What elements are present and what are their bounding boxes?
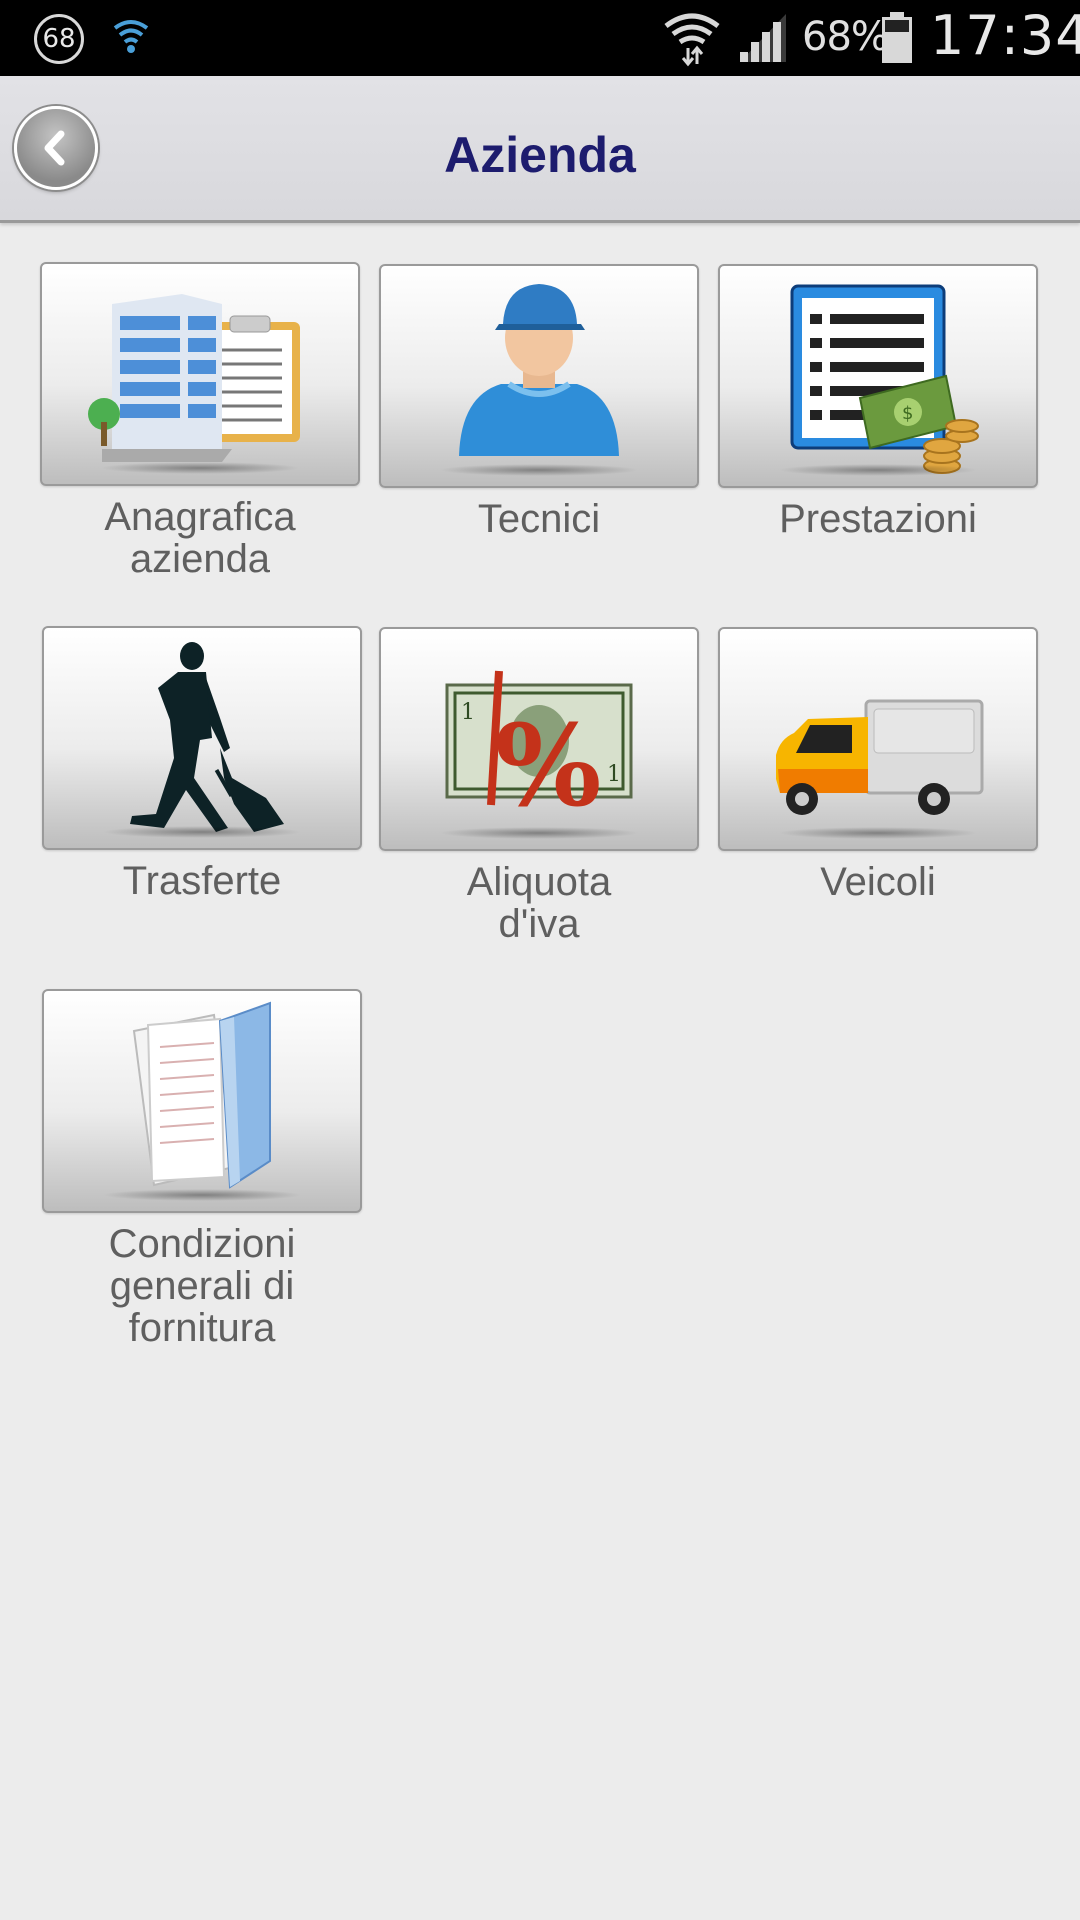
notification-badge-icon: 68 — [34, 14, 84, 64]
tile-tecnici[interactable]: Tecnici — [379, 264, 699, 540]
status-bar: 68 68% 17:34 — [0, 0, 1080, 76]
tile-veicoli[interactable]: Veicoli — [718, 627, 1038, 903]
traveler-with-suitcase-icon — [130, 642, 284, 832]
price-list-money-icon: $ — [790, 284, 979, 474]
tile-button[interactable] — [379, 264, 699, 488]
chevron-left-icon — [44, 130, 65, 166]
tile-condizioni-generali-fornitura[interactable]: Condizioni generali di fornitura — [42, 989, 362, 1349]
tile-shadow — [778, 464, 978, 476]
tile-shadow — [102, 1189, 302, 1201]
tile-label: Veicoli — [820, 860, 936, 904]
header-bar: Azienda — [0, 76, 1080, 223]
tile-anagrafica-azienda[interactable]: Anagrafica azienda — [40, 262, 360, 580]
tile-button[interactable]: 1 1 % — [379, 627, 699, 851]
tile-label: Prestazioni — [779, 497, 977, 541]
tile-label: Condizioni generali di fornitura — [108, 1222, 296, 1350]
tile-shadow — [102, 826, 302, 838]
tile-label: Trasferte — [122, 859, 282, 903]
svg-text:1: 1 — [461, 700, 475, 725]
battery-percent: 68% — [802, 14, 889, 60]
tile-shadow — [100, 462, 300, 474]
tile-button[interactable]: $ — [718, 264, 1038, 488]
back-button[interactable] — [14, 106, 98, 190]
delivery-truck-icon — [776, 699, 984, 815]
office-building-clipboard-icon — [88, 294, 300, 462]
banknote-percent-icon: 1 1 % — [445, 670, 633, 832]
clock: 17:34 — [930, 4, 1080, 67]
page-title: Azienda — [444, 127, 636, 183]
documents-folder-icon — [132, 1001, 271, 1189]
tile-button[interactable] — [42, 626, 362, 850]
tile-label: Aliquota d'iva — [466, 860, 612, 946]
tile-label: Tecnici — [477, 497, 601, 541]
battery-icon — [882, 12, 912, 63]
svg-text:1: 1 — [607, 762, 621, 787]
svg-text:%: % — [495, 701, 601, 832]
svg-text:$: $ — [902, 403, 913, 424]
tile-shadow — [439, 827, 639, 839]
tile-label: Anagrafica azienda — [104, 495, 296, 581]
technician-person-icon — [459, 284, 619, 456]
tile-aliquota-iva[interactable]: 1 1 % Aliquota d'iva — [379, 627, 699, 945]
wifi-icon — [113, 20, 149, 53]
cell-signal-icon — [740, 14, 786, 62]
tile-button[interactable] — [42, 989, 362, 1213]
tile-prestazioni[interactable]: $ Prestazioni — [718, 264, 1038, 540]
wifi-signal-icon — [664, 13, 720, 67]
tile-button[interactable] — [40, 262, 360, 486]
tile-shadow — [778, 827, 978, 839]
tile-button[interactable] — [718, 627, 1038, 851]
tile-shadow — [439, 464, 639, 476]
notification-badge-count: 68 — [42, 24, 76, 54]
tile-trasferte[interactable]: Trasferte — [42, 626, 362, 902]
